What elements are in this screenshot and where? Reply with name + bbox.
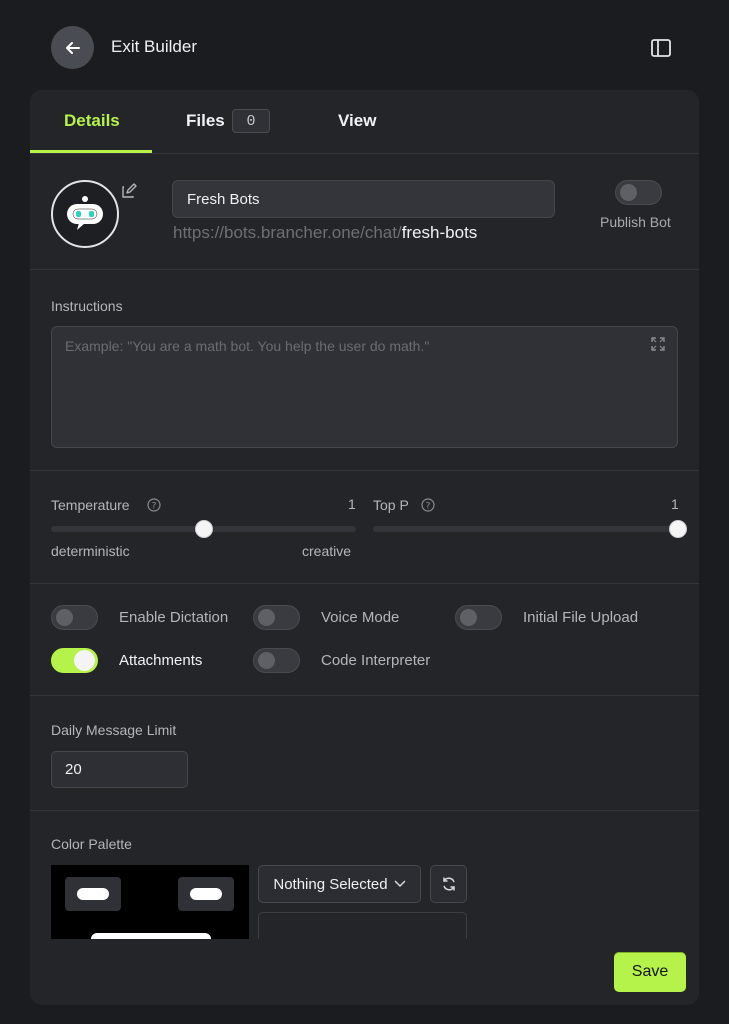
top-p-label: Top P xyxy=(373,497,409,513)
sidebar-panel-icon[interactable] xyxy=(650,37,672,59)
help-icon[interactable]: ? xyxy=(421,498,435,512)
footer-bar xyxy=(30,939,699,1005)
daily-message-limit-label: Daily Message Limit xyxy=(51,722,177,738)
divider xyxy=(30,470,699,471)
palette-select-label: Nothing Selected xyxy=(273,875,388,893)
temperature-max-label: creative xyxy=(302,543,352,559)
publish-bot-toggle[interactable] xyxy=(615,180,662,205)
code-interpreter-label: Code Interpreter xyxy=(321,652,431,669)
save-button[interactable]: Save xyxy=(614,952,686,992)
active-tab-indicator xyxy=(30,150,152,153)
color-palette-label: Color Palette xyxy=(51,836,132,852)
chevron-down-icon xyxy=(394,880,406,888)
expand-icon[interactable] xyxy=(651,337,665,351)
refresh-icon xyxy=(442,877,455,891)
attachments-toggle[interactable] xyxy=(51,648,98,673)
divider xyxy=(30,695,699,696)
top-p-value: 1 xyxy=(671,496,679,512)
exit-builder-button[interactable] xyxy=(51,26,94,69)
exit-builder-label[interactable]: Exit Builder xyxy=(111,37,197,57)
initial-file-upload-label: Initial File Upload xyxy=(523,609,639,626)
divider xyxy=(30,810,699,811)
enable-dictation-label: Enable Dictation xyxy=(119,609,229,626)
edit-icon[interactable] xyxy=(121,183,137,199)
publish-bot-label: Publish Bot xyxy=(600,214,671,230)
daily-message-limit-input[interactable]: 20 xyxy=(51,751,188,788)
bot-url: https://bots.brancher.one/chat/fresh-bot… xyxy=(173,223,477,243)
tab-files[interactable]: Files xyxy=(186,111,225,131)
arrow-left-icon xyxy=(65,41,80,54)
instructions-textarea[interactable]: Example: "You are a math bot. You help t… xyxy=(51,326,678,448)
temperature-label: Temperature xyxy=(51,497,130,513)
help-icon[interactable]: ? xyxy=(147,498,161,512)
svg-text:?: ? xyxy=(152,502,157,512)
initial-file-upload-toggle[interactable] xyxy=(455,605,502,630)
divider xyxy=(30,269,699,270)
preview-chip xyxy=(178,877,234,911)
voice-mode-label: Voice Mode xyxy=(321,609,400,626)
instructions-label: Instructions xyxy=(51,298,123,314)
bot-avatar-icon xyxy=(67,196,103,230)
files-count-badge: 0 xyxy=(232,109,270,133)
tab-details[interactable]: Details xyxy=(64,111,120,131)
preview-chip xyxy=(65,877,121,911)
builder-card: Details Files 0 View Fresh Bots https://… xyxy=(30,90,699,1005)
top-p-slider-track[interactable] xyxy=(373,526,678,532)
palette-select[interactable]: Nothing Selected xyxy=(258,865,421,903)
refresh-palette-button[interactable] xyxy=(430,865,467,903)
temperature-min-label: deterministic xyxy=(51,543,130,559)
tab-bar: Details Files 0 View xyxy=(30,90,699,154)
color-palette-preview xyxy=(51,865,249,939)
code-interpreter-toggle[interactable] xyxy=(253,648,300,673)
attachments-label: Attachments xyxy=(119,652,203,669)
bot-url-slug[interactable]: fresh-bots xyxy=(402,223,478,242)
top-p-slider-thumb[interactable] xyxy=(669,520,687,538)
voice-mode-toggle[interactable] xyxy=(253,605,300,630)
bot-url-base: https://bots.brancher.one/chat/ xyxy=(173,223,402,242)
bot-name-input[interactable]: Fresh Bots xyxy=(172,180,555,218)
svg-text:?: ? xyxy=(426,502,431,512)
temperature-slider-thumb[interactable] xyxy=(194,520,213,538)
top-bar: Exit Builder xyxy=(0,0,729,90)
bot-avatar[interactable] xyxy=(51,180,119,248)
divider xyxy=(30,583,699,584)
enable-dictation-toggle[interactable] xyxy=(51,605,98,630)
tab-view[interactable]: View xyxy=(338,111,376,131)
temperature-value: 1 xyxy=(348,496,356,512)
